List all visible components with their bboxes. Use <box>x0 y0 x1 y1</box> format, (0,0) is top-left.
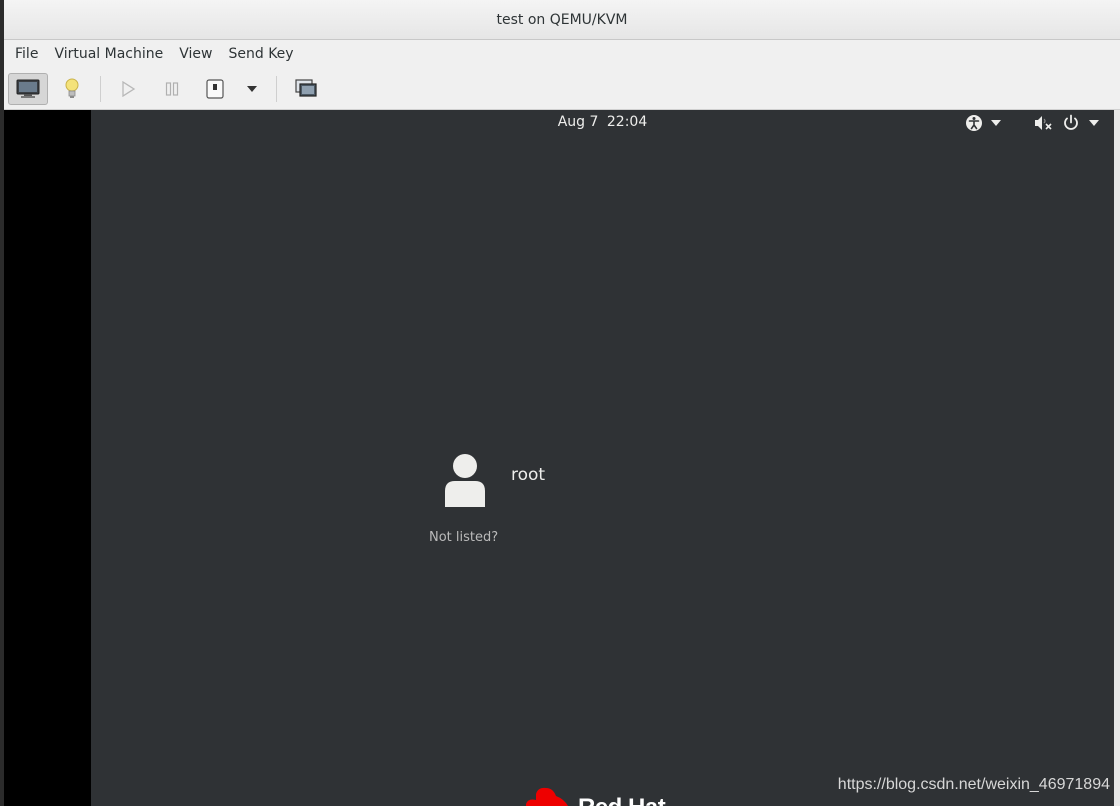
user-list-item[interactable]: root <box>441 453 545 509</box>
menubar: File Virtual Machine View Send Key <box>4 40 1120 68</box>
clock-date: Aug 7 <box>557 114 599 130</box>
run-button[interactable] <box>112 73 144 105</box>
toolbar <box>4 68 1120 110</box>
guest-letterbox <box>4 110 91 806</box>
chevron-down-icon <box>247 86 257 92</box>
clock[interactable]: Aug 7 22:04 <box>91 114 1114 130</box>
pause-icon <box>165 82 179 96</box>
chevron-down-icon <box>1089 120 1099 126</box>
brand-name: Red Hat <box>578 794 666 806</box>
user-avatar <box>441 453 489 509</box>
accessibility-menu[interactable] <box>965 114 1001 132</box>
fullscreen-icon <box>295 79 317 97</box>
show-details-button[interactable] <box>56 73 88 105</box>
menu-file[interactable]: File <box>7 40 46 68</box>
brand-logo: Red Hat <box>526 786 666 806</box>
not-listed-link[interactable]: Not listed? <box>429 530 498 545</box>
chevron-down-icon <box>991 120 1001 126</box>
monitor-icon <box>16 79 40 98</box>
user-name: root <box>511 465 546 485</box>
guest-display[interactable]: Aug 7 22:04 root Not listed? <box>91 110 1114 806</box>
window-title: test on QEMU/KVM <box>496 11 628 28</box>
toolbar-separator <box>276 76 277 102</box>
window-titlebar[interactable]: test on QEMU/KVM <box>4 0 1120 40</box>
toolbar-separator <box>100 76 101 102</box>
fullscreen-button[interactable] <box>290 73 322 105</box>
menu-virtual-machine[interactable]: Virtual Machine <box>46 40 171 68</box>
user-icon <box>445 454 485 507</box>
menu-view[interactable]: View <box>171 40 220 68</box>
power-icon <box>206 79 224 99</box>
menu-send-key[interactable]: Send Key <box>220 40 301 68</box>
system-menu[interactable] <box>1033 114 1099 132</box>
accessibility-icon <box>966 115 982 131</box>
show-console-button[interactable] <box>8 73 48 105</box>
clock-time: 22:04 <box>606 114 648 130</box>
volume-muted-icon <box>1035 116 1052 130</box>
redhat-logo-icon <box>526 787 568 806</box>
screen-gap <box>1114 110 1120 806</box>
pause-button[interactable] <box>156 73 188 105</box>
watermark: https://blog.csdn.net/weixin_46971894 <box>837 776 1110 793</box>
shutdown-menu-button[interactable] <box>240 73 264 105</box>
gnome-top-bar: Aug 7 22:04 <box>91 110 1114 136</box>
play-icon <box>122 81 136 97</box>
shutdown-button[interactable] <box>200 73 230 105</box>
lightbulb-icon <box>65 78 79 98</box>
power-icon <box>1064 114 1078 130</box>
